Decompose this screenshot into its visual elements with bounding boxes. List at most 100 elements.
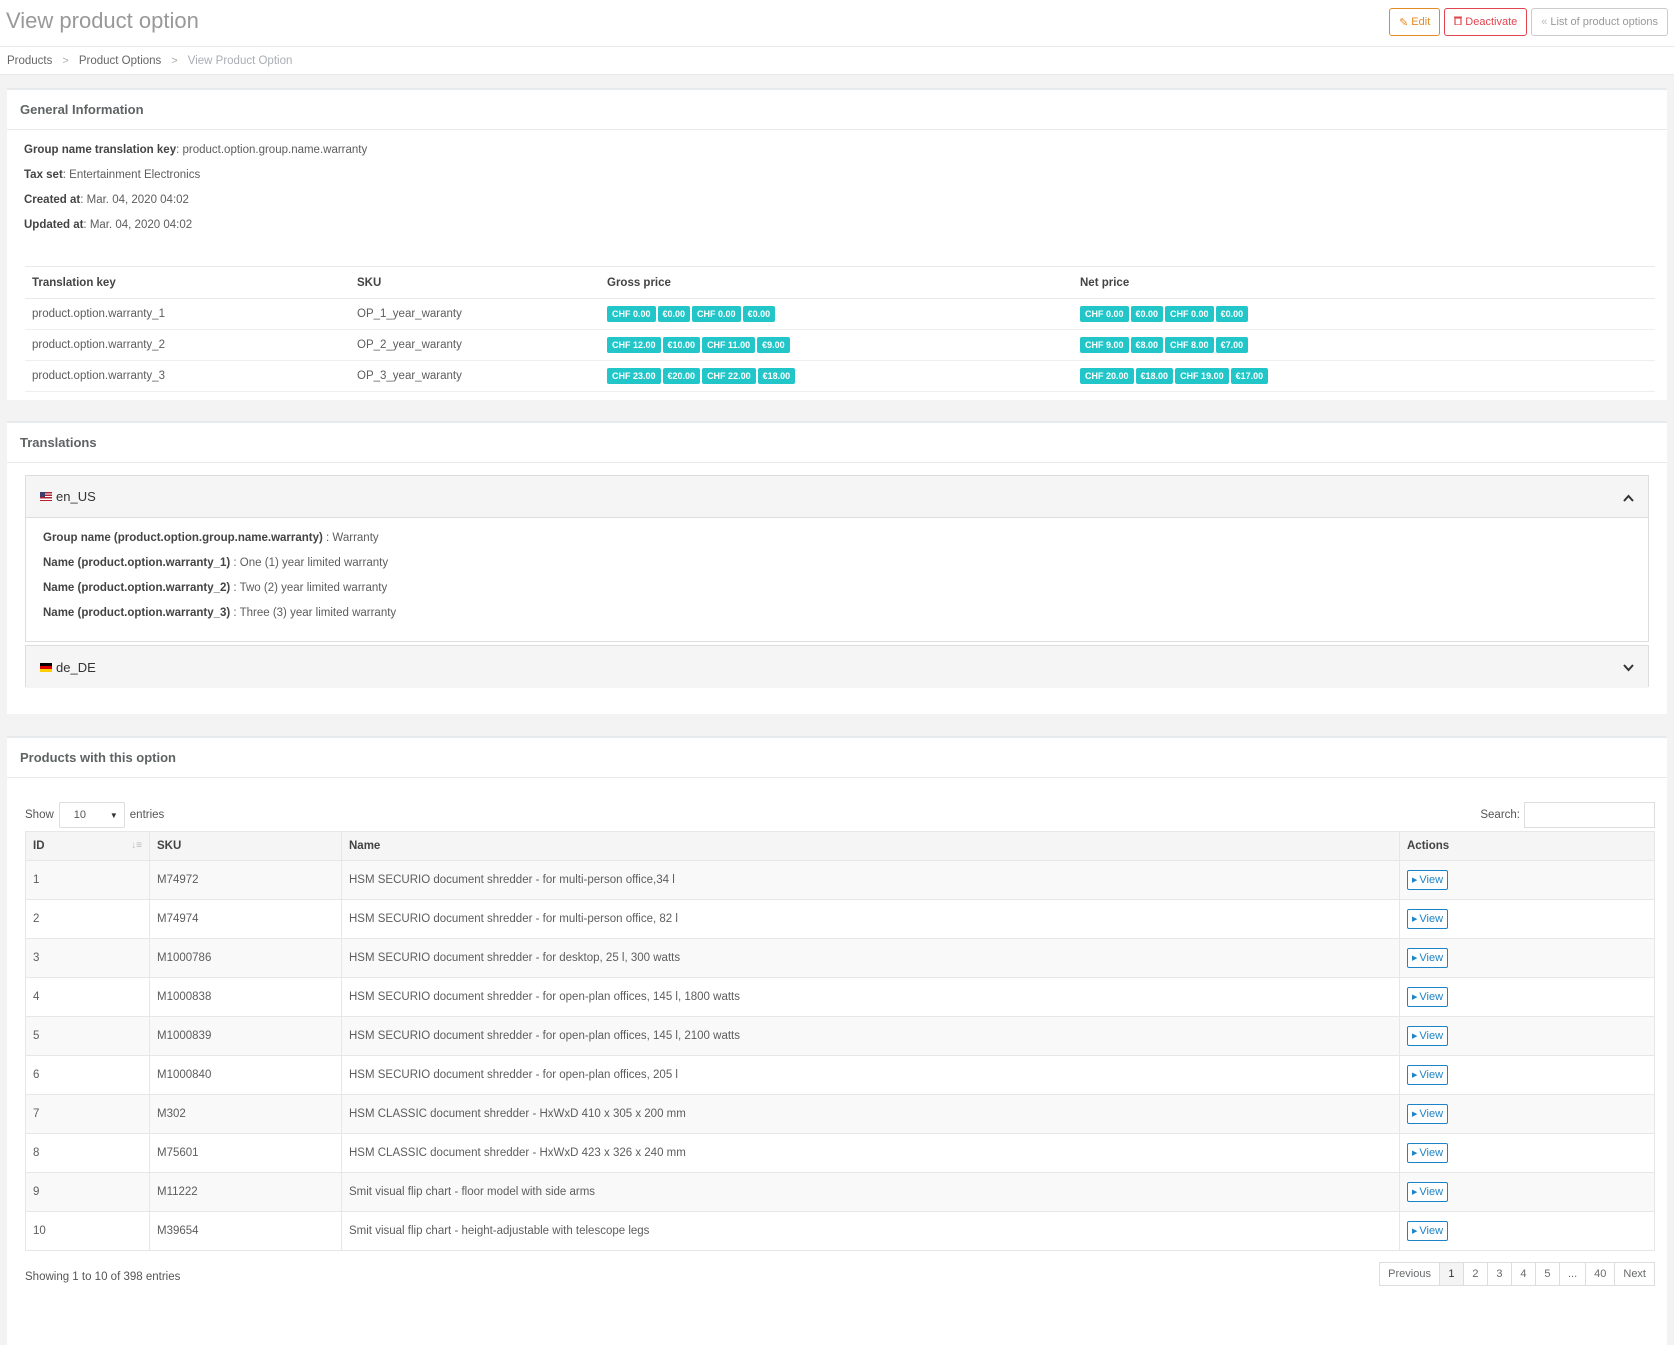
table-cell-name: Smit visual flip chart - floor model wit…	[341, 1172, 1400, 1212]
table-cell-sku: M11222	[149, 1172, 342, 1212]
translation-line: Group name (product.option.group.name.wa…	[43, 532, 379, 544]
table-cell-id: 8	[25, 1133, 150, 1173]
chevron-right-icon: >	[171, 54, 178, 67]
price-badge: CHF 19.00	[1175, 368, 1229, 384]
accordion-header-en-us[interactable]: en_US	[26, 476, 1648, 518]
table-cell: CHF 0.00 €0.00 CHF 0.00 €0.00	[600, 298, 1073, 330]
table-cell-actions: ▶ View	[1399, 1133, 1655, 1173]
page-button-40[interactable]: 40	[1585, 1262, 1616, 1286]
accordion-en-us: en_US Group name (product.option.group.n…	[25, 475, 1649, 642]
price-badge: €9.00	[757, 337, 790, 353]
price-badge: €17.00	[1230, 368, 1269, 384]
table-cell: CHF 12.00 €10.00 CHF 11.00 €9.00	[600, 329, 1073, 361]
price-badge: €0.00	[1215, 306, 1249, 322]
general-information-panel: General Information Group name translati…	[7, 88, 1667, 400]
view-button[interactable]: ▶ View	[1407, 948, 1449, 968]
table-cell-actions: ▶ View	[1399, 938, 1655, 978]
table-cell-name: HSM CLASSIC document shredder - HxWxD 41…	[341, 1094, 1400, 1134]
general-info-fields: Group name translation key: product.opti…	[7, 130, 1667, 244]
table-cell-id: 9	[25, 1172, 150, 1212]
price-badge: €0.00	[742, 306, 776, 322]
view-button[interactable]: ▶ View	[1407, 909, 1449, 929]
accordion-header-de-de[interactable]: de_DE	[26, 646, 1648, 688]
table-cell-sku: M75601	[149, 1133, 342, 1173]
table-cell-id: 10	[25, 1211, 150, 1251]
table-header-row: ID ↓≡ SKU Name Actions	[25, 831, 1655, 861]
view-button[interactable]: ▶ View	[1407, 1143, 1449, 1163]
panel-title: General Information	[7, 90, 1667, 130]
deactivate-button-label: Deactivate	[1465, 16, 1518, 28]
price-badge: €0.00	[657, 306, 691, 322]
page-button-5[interactable]: 5	[1534, 1262, 1560, 1286]
accordion-de-de: de_DE	[25, 645, 1649, 688]
double-chevron-left-icon: «	[1541, 16, 1548, 28]
translation-line: Name (product.option.warranty_1) : One (…	[43, 557, 389, 569]
locale-name: en_US	[56, 489, 96, 504]
products-table: ID ↓≡ SKU Name Actions 1 M74972 HSM SECURI…	[25, 831, 1655, 1251]
entries-label: entries	[129, 809, 165, 821]
price-badge: CHF 0.00	[1080, 306, 1129, 322]
info-tax-set: Tax set: Entertainment Electronics	[24, 169, 201, 181]
table-cell: CHF 20.00 €18.00 CHF 19.00 €17.00	[1073, 360, 1655, 392]
price-badge: CHF 0.00	[1165, 306, 1214, 322]
search-input[interactable]	[1524, 802, 1655, 828]
column-header-id[interactable]: ID ↓≡	[25, 831, 150, 861]
view-button[interactable]: ▶ View	[1407, 870, 1449, 890]
table-cell: OP_2_year_waranty	[350, 329, 600, 361]
view-button[interactable]: ▶ View	[1407, 987, 1449, 1007]
de-flag-icon	[40, 662, 52, 672]
locale-name: de_DE	[56, 659, 96, 675]
view-button[interactable]: ▶ View	[1407, 1026, 1449, 1046]
breadcrumb-current: View Product Option	[187, 54, 293, 67]
chevron-up-icon	[1623, 490, 1634, 505]
page-button-4[interactable]: 4	[1510, 1262, 1536, 1286]
view-button[interactable]: ▶ View	[1407, 1104, 1449, 1124]
column-header-actions: Actions	[1399, 831, 1655, 861]
page-button-3[interactable]: 3	[1486, 1262, 1512, 1286]
table-cell-actions: ▶ View	[1399, 1094, 1655, 1134]
table-row: 7 M302 HSM CLASSIC document shredder - HxW…	[25, 1094, 1655, 1134]
table-row: product.option.warranty_2 OP_2_year_waran…	[25, 329, 1655, 361]
previous-page-button[interactable]: Previous	[1379, 1262, 1440, 1286]
table-cell-name: HSM SECURIO document shredder - for mult…	[341, 860, 1400, 900]
price-badge: €18.00	[757, 368, 796, 384]
caret-right-icon: ▶	[1412, 1150, 1418, 1157]
table-row: 9 M11222 Smit visual flip chart - floor mo…	[25, 1172, 1655, 1212]
caret-right-icon: ▶	[1412, 877, 1418, 884]
breadcrumb-product-options[interactable]: Product Options	[79, 55, 161, 67]
page-length-select[interactable]: 10 ▼	[58, 802, 125, 828]
table-cell-name: HSM SECURIO document shredder - for desk…	[341, 938, 1400, 978]
price-badge: CHF 0.00	[692, 306, 741, 322]
table-header-row: Translation key SKU Gross price Net pric…	[25, 266, 1655, 299]
view-button[interactable]: ▶ View	[1407, 1182, 1449, 1202]
table-row: 4 M1000838 HSM SECURIO document shredder -…	[25, 977, 1655, 1017]
view-button[interactable]: ▶ View	[1407, 1221, 1449, 1241]
panel-title: Translations	[7, 423, 1667, 463]
show-label: Show	[25, 809, 54, 821]
translation-line: Name (product.option.warranty_3) : Three…	[43, 607, 397, 619]
breadcrumb: Products > Product Options > View Produc…	[0, 47, 1674, 75]
page-button-2[interactable]: 2	[1462, 1262, 1488, 1286]
page-title: View product option	[6, 8, 199, 33]
next-page-button[interactable]: Next	[1614, 1262, 1655, 1286]
pagination: Previous 1 2 3 4 5... 40 Next	[1379, 1262, 1655, 1286]
table-cell: CHF 9.00 €8.00 CHF 8.00 €7.00	[1073, 329, 1655, 361]
table-cell: CHF 0.00 €0.00 CHF 0.00 €0.00	[1073, 298, 1655, 330]
column-header-name[interactable]: Name	[341, 831, 1400, 861]
deactivate-button[interactable]: Deactivate	[1444, 8, 1528, 36]
chevron-right-icon: >	[62, 54, 69, 67]
price-badge: €10.00	[662, 337, 701, 353]
caret-right-icon: ▶	[1412, 955, 1418, 962]
view-button-label: View	[1419, 1108, 1444, 1120]
list-of-product-options-button[interactable]: « List of product options	[1531, 8, 1668, 36]
breadcrumb-products[interactable]: Products	[7, 55, 52, 67]
table-cell-actions: ▶ View	[1399, 1016, 1655, 1056]
table-row: 2 M74974 HSM SECURIO document shredder - f…	[25, 899, 1655, 939]
page-button-1[interactable]: 1	[1438, 1262, 1464, 1286]
edit-button[interactable]: ✎ Edit	[1389, 8, 1441, 36]
edit-icon: ✎	[1399, 16, 1409, 29]
view-button[interactable]: ▶ View	[1407, 1065, 1449, 1085]
table-cell-sku: M1000840	[149, 1055, 342, 1095]
products-panel: Products with this option Show 10 ▼ entr…	[7, 736, 1667, 1345]
column-header-sku[interactable]: SKU	[149, 831, 342, 861]
